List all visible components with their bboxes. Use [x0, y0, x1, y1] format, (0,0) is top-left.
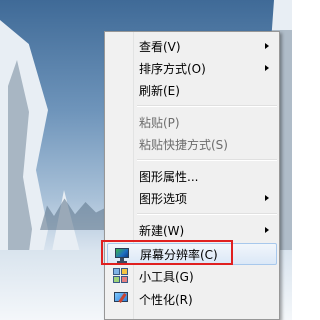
menu-item-label: 粘贴快捷方式(S)	[139, 137, 228, 152]
menu-item-label: 查看(V)	[139, 39, 181, 54]
submenu-arrow-icon	[265, 43, 269, 49]
menu-item-paste[interactable]: 粘贴(P)	[107, 111, 277, 133]
menu-item-paste-shortcut[interactable]: 粘贴快捷方式(S)	[107, 133, 277, 155]
menu-item-label: 屏幕分辨率(C)	[140, 247, 218, 262]
menu-item-label: 图形选项	[139, 191, 188, 206]
menu-item-graphics-options[interactable]: 图形选项	[107, 187, 277, 209]
personalize-icon	[113, 291, 129, 307]
menu-item-view[interactable]: 查看(V)	[107, 35, 277, 57]
menu-item-gadgets[interactable]: 小工具(G)	[107, 265, 277, 287]
menu-item-label: 新建(W)	[139, 223, 185, 238]
menu-separator	[137, 213, 277, 215]
menu-item-personalize[interactable]: 个性化(R)	[107, 288, 277, 310]
wallpaper-distant-forest	[40, 198, 110, 230]
submenu-arrow-icon	[265, 195, 269, 201]
menu-item-new[interactable]: 新建(W)	[107, 219, 277, 241]
menu-item-refresh[interactable]: 刷新(E)	[107, 79, 277, 101]
menu-separator	[137, 159, 277, 161]
menu-item-label: 小工具(G)	[139, 269, 194, 284]
desktop-context-menu: 查看(V) 排序方式(O) 刷新(E) 粘贴(P) 粘贴快捷方式(S) 图形属性…	[104, 31, 280, 320]
monitor-icon	[114, 247, 130, 263]
menu-item-sort-by[interactable]: 排序方式(O)	[107, 57, 277, 79]
menu-item-label: 粘贴(P)	[139, 115, 180, 130]
menu-item-label: 图形属性...	[139, 169, 199, 184]
menu-item-graphics-properties[interactable]: 图形属性...	[107, 165, 277, 187]
menu-item-label: 排序方式(O)	[139, 61, 206, 76]
menu-separator	[137, 105, 277, 107]
menu-item-screen-resolution[interactable]: 屏幕分辨率(C)	[107, 243, 277, 265]
menu-item-label: 刷新(E)	[139, 83, 180, 98]
menu-item-label: 个性化(R)	[139, 292, 193, 307]
submenu-arrow-icon	[265, 65, 269, 71]
gadgets-icon	[113, 268, 129, 284]
submenu-arrow-icon	[265, 227, 269, 233]
